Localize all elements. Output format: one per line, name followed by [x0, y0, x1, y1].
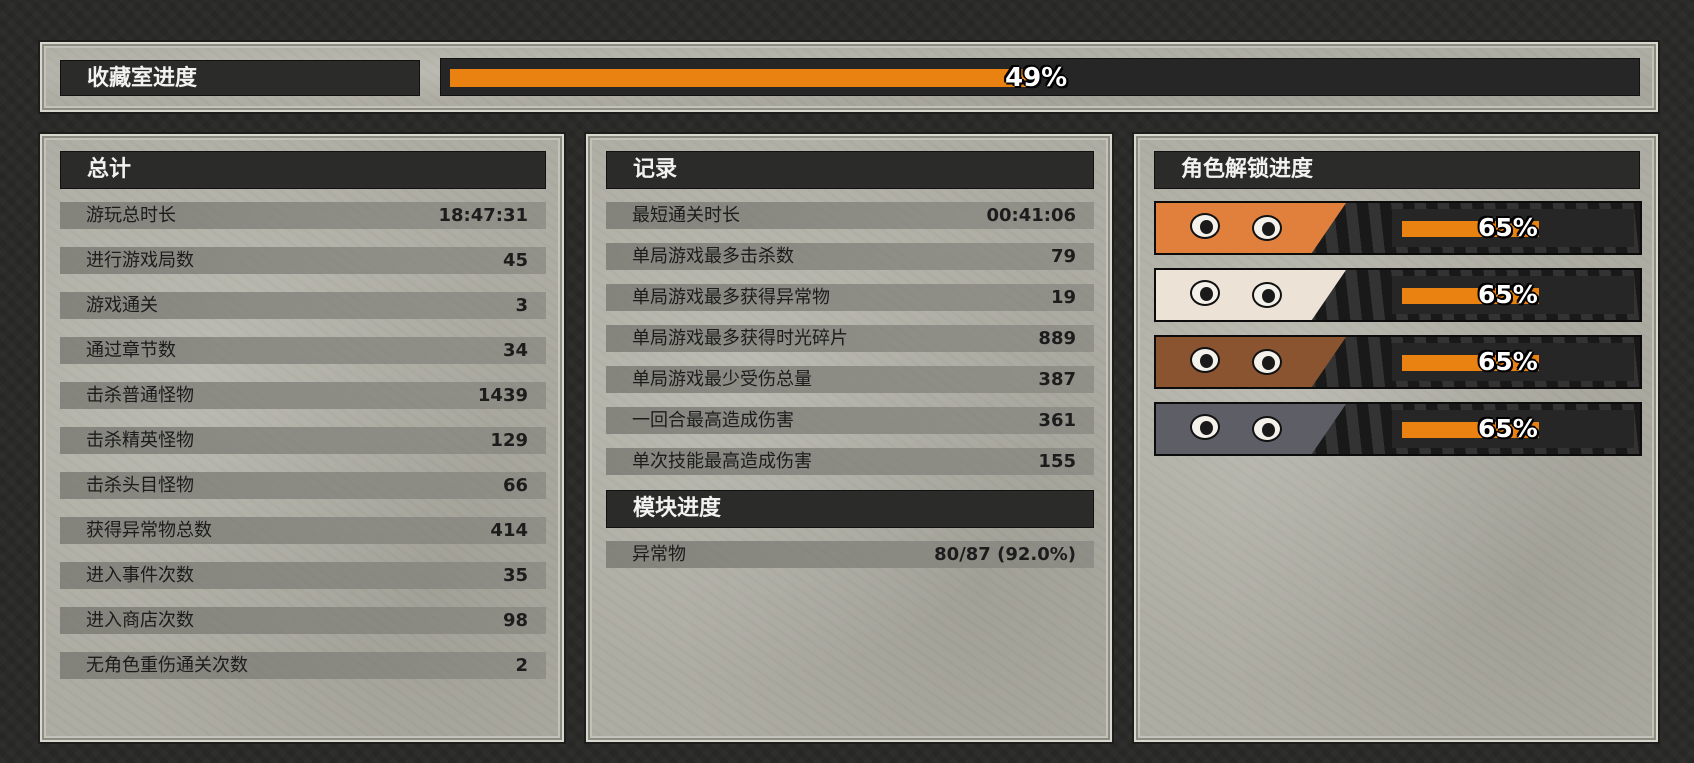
totals-row: 击杀头目怪物 66 [60, 472, 546, 499]
totals-row-label: 通过章节数 [86, 340, 176, 361]
modules-title: 模块进度 [633, 496, 722, 521]
modules-row-value: 80/87 (92.0%) [934, 544, 1076, 565]
totals-row-value: 34 [502, 340, 528, 361]
totals-row: 击杀精英怪物 129 [60, 427, 546, 454]
characters-title: 角色解锁进度 [1181, 157, 1314, 182]
totals-row-label: 进入事件次数 [86, 565, 194, 586]
collection-progress-percent: 49% [1005, 63, 1068, 93]
totals-row: 击杀普通怪物 1439 [60, 382, 546, 409]
totals-row-label: 进入商店次数 [86, 610, 194, 631]
character-unlock-row[interactable]: 65% [1154, 268, 1642, 322]
records-row-value: 19 [1050, 287, 1076, 308]
modules-row: 异常物 80/87 (92.0%) [606, 541, 1094, 568]
totals-row-value: 2 [515, 655, 528, 676]
records-row: 单局游戏最多击杀数 79 [606, 243, 1094, 270]
totals-row-value: 45 [502, 250, 528, 271]
collection-progress-fill [450, 69, 1028, 87]
totals-row-label: 无角色重伤通关次数 [86, 655, 248, 676]
totals-row-value: 1439 [477, 385, 528, 406]
totals-row-value: 66 [502, 475, 528, 496]
totals-row-value: 3 [515, 295, 528, 316]
records-row: 最短通关时长 00:41:06 [606, 202, 1094, 229]
totals-header: 总计 [60, 151, 546, 189]
totals-row-value: 35 [502, 565, 528, 586]
modules-header: 模块进度 [606, 490, 1094, 528]
character-unlock-row[interactable]: 65% [1154, 201, 1642, 255]
character-progress-bar: 65% [1392, 343, 1634, 381]
totals-row: 游玩总时长 18:47:31 [60, 202, 546, 229]
totals-row: 无角色重伤通关次数 2 [60, 652, 546, 679]
records-row-value: 361 [1038, 410, 1076, 431]
records-row-label: 一回合最高造成伤害 [632, 410, 794, 431]
totals-row-value: 18:47:31 [438, 205, 528, 226]
totals-row: 游戏通关 3 [60, 292, 546, 319]
records-row-value: 79 [1050, 246, 1076, 267]
totals-row: 进入商店次数 98 [60, 607, 546, 634]
totals-row-label: 游戏通关 [86, 295, 158, 316]
totals-row-label: 击杀精英怪物 [86, 430, 194, 451]
records-row-value: 00:41:06 [986, 205, 1076, 226]
records-row-label: 单局游戏最多击杀数 [632, 246, 794, 267]
totals-row-label: 游玩总时长 [86, 205, 176, 226]
records-row-value: 889 [1038, 328, 1076, 349]
records-row: 单局游戏最多获得异常物 19 [606, 284, 1094, 311]
characters-header: 角色解锁进度 [1154, 151, 1640, 189]
records-row-value: 155 [1038, 451, 1076, 472]
records-row-label: 单局游戏最多获得时光碎片 [632, 328, 848, 349]
records-header: 记录 [606, 151, 1094, 189]
records-row-value: 387 [1038, 369, 1076, 390]
records-row-label: 单次技能最高造成伤害 [632, 451, 812, 472]
totals-row-value: 129 [490, 430, 528, 451]
character-progress-percent: 65% [1478, 280, 1538, 309]
totals-row-label: 获得异常物总数 [86, 520, 212, 541]
totals-row-label: 进行游戏局数 [86, 250, 194, 271]
totals-row: 进行游戏局数 45 [60, 247, 546, 274]
totals-row-value: 414 [490, 520, 528, 541]
totals-row-value: 98 [502, 610, 528, 631]
records-row: 单次技能最高造成伤害 155 [606, 448, 1094, 475]
records-list: 最短通关时长 00:41:06 单局游戏最多击杀数 79 单局游戏最多获得异常物 19 单局… [606, 202, 1094, 489]
records-row: 单局游戏最多获得时光碎片 889 [606, 325, 1094, 352]
character-progress-percent: 65% [1478, 213, 1538, 242]
totals-title: 总计 [87, 157, 132, 182]
totals-list: 游玩总时长 18:47:31 进行游戏局数 45 游戏通关 3 通过章节数 34 击杀普通怪物 1… [60, 202, 546, 697]
records-row-label: 单局游戏最多获得异常物 [632, 287, 830, 308]
totals-row: 获得异常物总数 414 [60, 517, 546, 544]
records-row-label: 单局游戏最少受伤总量 [632, 369, 812, 390]
modules-list: 异常物 80/87 (92.0%) [606, 541, 1094, 582]
collection-progress-label: 收藏室进度 [60, 60, 420, 96]
collection-progress-label-text: 收藏室进度 [87, 66, 198, 91]
character-unlock-row[interactable]: 65% [1154, 402, 1642, 456]
totals-row-label: 击杀头目怪物 [86, 475, 194, 496]
records-title: 记录 [633, 157, 678, 182]
totals-row: 进入事件次数 35 [60, 562, 546, 589]
character-unlock-row[interactable]: 65% [1154, 335, 1642, 389]
character-progress-bar: 65% [1392, 410, 1634, 448]
totals-row-label: 击杀普通怪物 [86, 385, 194, 406]
records-row: 一回合最高造成伤害 361 [606, 407, 1094, 434]
character-progress-bar: 65% [1392, 209, 1634, 247]
character-progress-percent: 65% [1478, 347, 1538, 376]
character-progress-percent: 65% [1478, 414, 1538, 443]
modules-row-label: 异常物 [632, 544, 686, 565]
totals-row: 通过章节数 34 [60, 337, 546, 364]
records-row-label: 最短通关时长 [632, 205, 740, 226]
collection-progress-bar: 49% [440, 58, 1640, 96]
records-row: 单局游戏最少受伤总量 387 [606, 366, 1094, 393]
character-progress-bar: 65% [1392, 276, 1634, 314]
